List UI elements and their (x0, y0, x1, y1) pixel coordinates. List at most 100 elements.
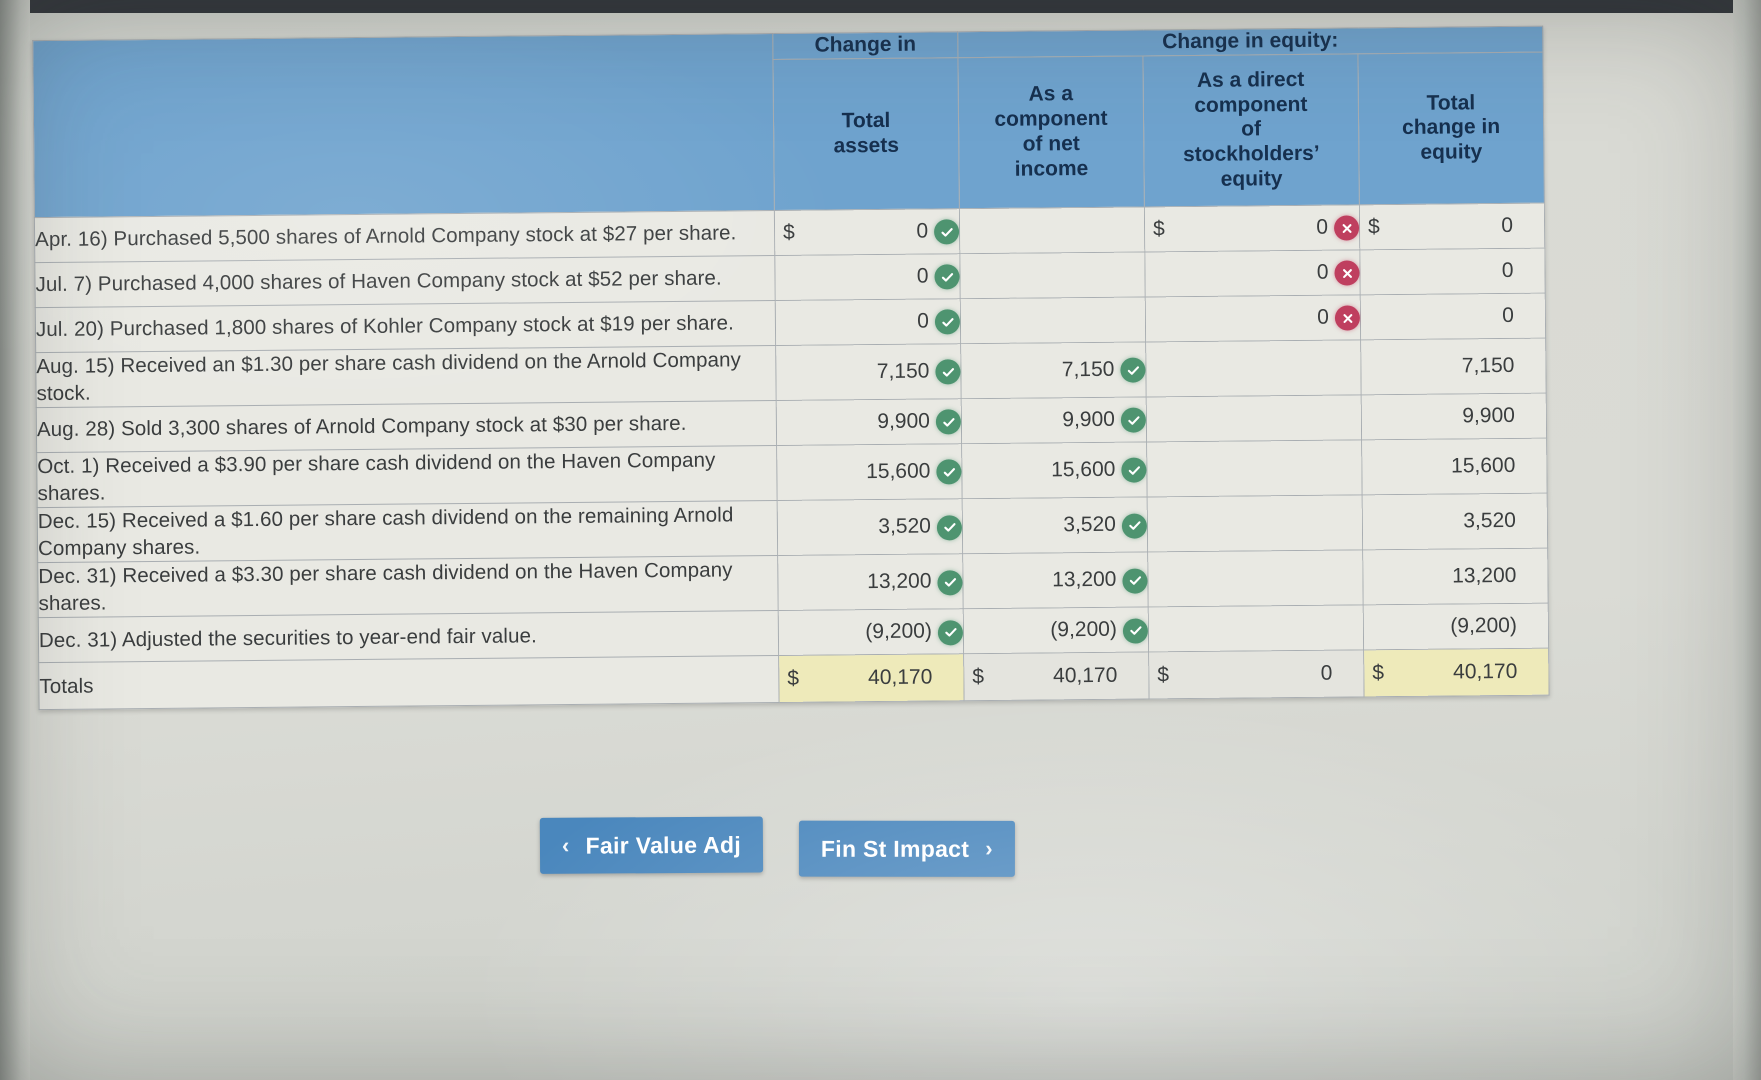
cell-direct-equity[interactable] (1147, 494, 1363, 552)
equity-impact-worksheet: Change in Change in equity: Total assets … (32, 25, 1550, 711)
cell-total-equity[interactable]: (9,200) (1363, 603, 1549, 651)
cell-direct-equity[interactable]: 0 (1144, 249, 1361, 297)
chevron-right-icon: › (985, 835, 993, 861)
correct-check-icon (1121, 457, 1147, 484)
cell-total-totals-total-equity[interactable]: $40,170 (1363, 648, 1550, 698)
cell-value: 0 (916, 219, 929, 243)
prev-tab-fair-value-adj-button[interactable]: ‹ Fair Value Adj (539, 816, 764, 874)
cell-net-income[interactable]: (9,200) (963, 607, 1149, 654)
incorrect-x-icon (1334, 260, 1360, 286)
cell-direct-equity[interactable]: $0 (1144, 204, 1360, 252)
correct-check-icon (936, 514, 963, 540)
cell-value: 13,200 (1452, 563, 1517, 588)
header-corner-blank (32, 33, 775, 218)
correct-check-icon (1122, 618, 1149, 644)
cell-total-assets[interactable]: 13,200 (777, 553, 964, 611)
cell-value: 0 (1317, 305, 1330, 329)
chevron-left-icon: ‹ (561, 832, 570, 858)
cell-total-assets[interactable]: 0 (775, 298, 961, 346)
cell-net-income[interactable]: 7,150 (960, 341, 1147, 399)
currency-symbol: $ (1372, 661, 1385, 685)
cell-value: 0 (1502, 303, 1515, 327)
cell-total-totals-direct-equity[interactable]: $0 (1148, 650, 1365, 700)
correct-check-icon (1120, 357, 1146, 384)
cell-value: 0 (917, 309, 930, 333)
cell-total-equity[interactable]: 7,150 (1360, 337, 1547, 395)
correct-check-icon (937, 569, 963, 596)
cell-total-equity[interactable]: $0 (1359, 202, 1545, 250)
header-col-net-income: As a component of net income (957, 55, 1145, 209)
cell-total-assets[interactable]: 9,900 (776, 398, 962, 446)
cell-total-equity[interactable]: 15,600 (1361, 437, 1548, 495)
cell-value: (9,200) (1450, 614, 1517, 638)
correct-check-icon (933, 219, 960, 245)
currency-symbol: $ (1152, 217, 1165, 241)
cell-value: 15,600 (1051, 457, 1116, 482)
currency-symbol: $ (1157, 663, 1170, 687)
cell-value: 40,170 (1452, 660, 1518, 684)
cell-value: 13,200 (867, 569, 932, 594)
correct-check-icon (934, 309, 961, 335)
cell-direct-equity[interactable] (1146, 439, 1363, 497)
cell-direct-equity[interactable]: 0 (1145, 294, 1361, 342)
cell-total-equity[interactable]: 0 (1360, 292, 1546, 340)
cell-value: 0 (916, 264, 929, 288)
currency-symbol: $ (787, 666, 800, 691)
transaction-description: Dec. 31) Received a $3.30 per share cash… (37, 555, 779, 618)
transaction-description: Dec. 15) Received a $1.60 per share cash… (37, 500, 778, 563)
cell-net-income[interactable]: 13,200 (962, 551, 1149, 609)
cell-total-assets[interactable]: 7,150 (775, 343, 962, 401)
cell-value: 15,600 (866, 459, 931, 484)
cell-value: (9,200) (1050, 617, 1118, 642)
correct-check-icon (1122, 568, 1148, 594)
incorrect-x-icon (1333, 215, 1360, 241)
cell-total-assets[interactable]: 15,600 (776, 443, 963, 501)
next-tab-fin-st-impact-button[interactable]: Fin St Impact › (799, 820, 1016, 877)
correct-check-icon (1121, 512, 1148, 539)
totals-label: Totals (38, 655, 780, 710)
cell-total-equity[interactable]: 0 (1359, 247, 1546, 295)
cell-total-equity[interactable]: 9,900 (1361, 392, 1547, 440)
cell-net-income[interactable]: 3,520 (962, 496, 1148, 554)
cell-value: 9,900 (1062, 407, 1115, 432)
currency-symbol: $ (972, 665, 985, 689)
cell-net-income[interactable]: 15,600 (961, 441, 1148, 499)
cell-direct-equity[interactable] (1147, 549, 1364, 608)
transaction-description: Jul. 20) Purchased 1,800 shares of Kohle… (35, 300, 776, 353)
cell-direct-equity[interactable] (1148, 605, 1364, 653)
transaction-description: Jul. 7) Purchased 4,000 shares of Haven … (34, 255, 776, 308)
cell-net-income[interactable] (959, 251, 1146, 299)
cell-value: 3,520 (1063, 512, 1117, 537)
table-body: Apr. 16) Purchased 5,500 shares of Arnol… (34, 202, 1550, 710)
cell-total-totals-net-income[interactable]: $40,170 (963, 652, 1150, 701)
cell-value: 7,150 (1061, 357, 1115, 382)
cell-value: 9,900 (877, 409, 931, 433)
transaction-description: Apr. 16) Purchased 5,500 shares of Arnol… (34, 210, 775, 263)
transaction-description: Aug. 28) Sold 3,300 shares of Arnold Com… (36, 400, 777, 453)
cell-total-assets[interactable]: $0 (774, 208, 960, 256)
cell-total-assets[interactable]: 0 (774, 253, 961, 301)
cell-value: 3,520 (878, 514, 932, 539)
incorrect-x-icon (1334, 305, 1361, 331)
photographed-screen: Change in Change in equity: Total assets … (0, 0, 1761, 1080)
correct-check-icon (1120, 407, 1147, 434)
cell-value: 40,170 (868, 665, 933, 690)
cell-value: 0 (1316, 260, 1329, 284)
cell-value: 0 (1320, 661, 1333, 685)
cell-total-totals-assets[interactable]: $40,170 (778, 653, 965, 703)
header-col-total-assets: Total assets (772, 57, 960, 211)
cell-value: 40,170 (1053, 663, 1118, 688)
transaction-description: Dec. 31) Adjusted the securities to year… (38, 610, 779, 663)
cell-direct-equity[interactable] (1146, 394, 1362, 442)
cell-direct-equity[interactable] (1145, 339, 1362, 397)
cell-net-income[interactable] (959, 206, 1145, 254)
cell-total-assets[interactable]: 3,520 (777, 498, 963, 556)
cell-net-income[interactable]: 9,900 (961, 396, 1147, 444)
cell-total-equity[interactable]: 13,200 (1362, 548, 1549, 606)
cell-net-income[interactable] (960, 296, 1146, 344)
worksheet-nav: ‹ Fair Value Adj Fin St Impact › (539, 814, 1016, 877)
cell-total-assets[interactable]: (9,200) (778, 608, 964, 656)
header-group-change-in: Change in (772, 31, 958, 60)
cell-total-equity[interactable]: 3,520 (1362, 493, 1548, 550)
transaction-description: Oct. 1) Received a $3.90 per share cash … (36, 445, 778, 508)
